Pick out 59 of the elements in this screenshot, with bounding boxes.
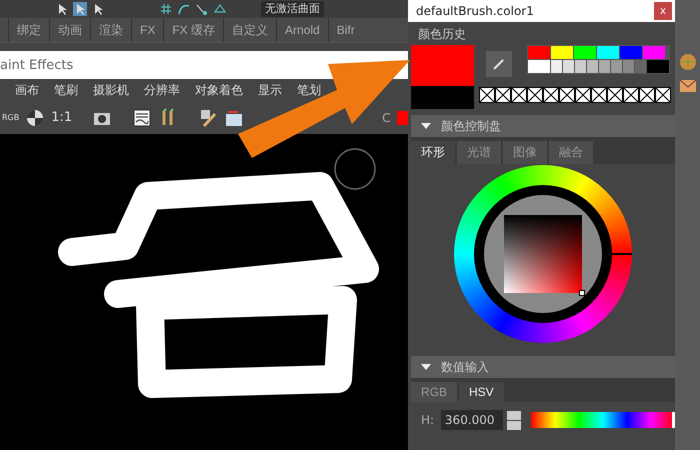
dialog-title: defaultBrush.color1 bbox=[416, 4, 534, 18]
palette-swatch[interactable] bbox=[599, 60, 610, 73]
palette-swatch[interactable] bbox=[551, 46, 573, 59]
section-header[interactable]: 数值输入 bbox=[411, 356, 675, 378]
menu-item[interactable]: 显示 bbox=[258, 82, 282, 98]
menu-item[interactable]: 摄影机 bbox=[93, 82, 129, 98]
surface-field[interactable]: 无激活曲面 bbox=[261, 1, 324, 17]
previous-color-swatch[interactable] bbox=[411, 86, 474, 109]
checker-icon[interactable] bbox=[25, 108, 46, 128]
rgb-toggle[interactable]: RGB bbox=[2, 113, 20, 122]
palette-swatch[interactable] bbox=[587, 60, 598, 73]
tab[interactable]: 环形 bbox=[411, 141, 455, 164]
picker-handle[interactable] bbox=[579, 290, 585, 296]
menu-item[interactable]: 笔刷 bbox=[54, 82, 78, 98]
palette-swatch[interactable] bbox=[528, 60, 550, 73]
brush-cursor-icon bbox=[333, 147, 377, 191]
section-title: 数值输入 bbox=[441, 358, 489, 376]
spinner[interactable] bbox=[506, 410, 521, 430]
section-title: 颜色控制盘 bbox=[441, 118, 501, 134]
palette-swatch[interactable] bbox=[563, 60, 574, 73]
eyedropper-icon bbox=[492, 57, 506, 71]
hue-slider[interactable] bbox=[530, 412, 675, 428]
tab[interactable]: 融合 bbox=[549, 141, 593, 164]
save-brush-icon[interactable] bbox=[198, 108, 218, 128]
point-snap-icon[interactable] bbox=[195, 2, 209, 16]
palette-swatch[interactable] bbox=[551, 60, 562, 73]
color-label: C bbox=[382, 110, 391, 124]
palette-swatch[interactable] bbox=[647, 60, 669, 73]
tab[interactable]: 光谱 bbox=[457, 141, 501, 164]
palette-swatch[interactable] bbox=[643, 46, 665, 59]
value-field[interactable]: 360.000 bbox=[440, 410, 503, 430]
curve-snap-icon[interactable] bbox=[177, 2, 191, 16]
field-label: H: bbox=[421, 413, 436, 427]
palette-swatch[interactable] bbox=[635, 60, 646, 73]
palette-swatch[interactable] bbox=[611, 60, 622, 73]
menu-item[interactable]: 笔划 bbox=[297, 82, 321, 98]
palette-swatch[interactable] bbox=[575, 60, 586, 73]
saturation-value-square[interactable] bbox=[504, 215, 582, 293]
section-label: 颜色历史 bbox=[417, 26, 467, 43]
menu-item[interactable]: 分辨率 bbox=[144, 82, 180, 98]
palette-swatch[interactable] bbox=[528, 46, 550, 59]
palette-swatch[interactable] bbox=[623, 60, 634, 73]
palette-swatch[interactable] bbox=[597, 46, 619, 59]
tab[interactable]: HSV bbox=[459, 382, 504, 402]
graph-icon[interactable] bbox=[132, 108, 152, 128]
palette-swatch[interactable] bbox=[574, 46, 596, 59]
current-color-swatch[interactable] bbox=[411, 45, 474, 86]
section-header[interactable]: 颜色控制盘 bbox=[411, 115, 675, 137]
menu-item[interactable]: 画布 bbox=[15, 82, 39, 98]
palette-swatch[interactable] bbox=[620, 46, 642, 59]
close-button[interactable]: x bbox=[654, 2, 672, 20]
tab[interactable]: RGB bbox=[411, 382, 458, 402]
tab[interactable]: 图像 bbox=[503, 141, 547, 164]
menu-item[interactable]: 对象着色 bbox=[195, 82, 243, 98]
slider-thumb[interactable] bbox=[672, 412, 675, 428]
eyedropper-button[interactable] bbox=[486, 51, 512, 77]
ratio-button[interactable]: 1:1 bbox=[51, 110, 72, 125]
grid-snap-icon[interactable] bbox=[159, 2, 173, 16]
window-title: aint Effects bbox=[0, 58, 74, 72]
